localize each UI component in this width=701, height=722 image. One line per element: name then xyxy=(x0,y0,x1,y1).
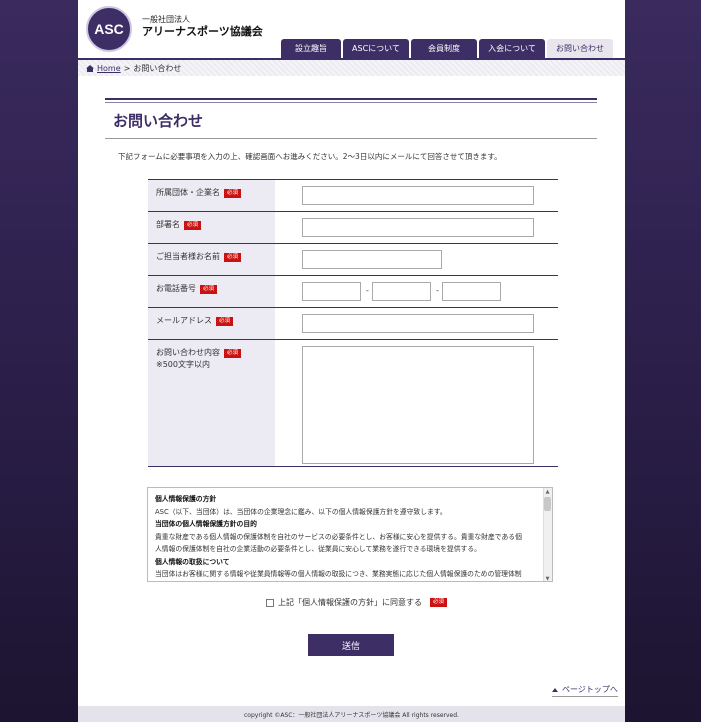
page-title: お問い合わせ xyxy=(113,112,204,130)
privacy-line: 個人情報の取扱について xyxy=(155,557,230,566)
intro-text: 下記フォームに必要事項を入力の上、確認画面へお進みください。2〜3日以内にメール… xyxy=(118,152,502,161)
breadcrumb: Home > お問い合わせ xyxy=(78,58,625,76)
label-message: お問い合わせ内容 必須 ※500文字以内 xyxy=(148,340,275,466)
scroll-up-icon[interactable]: ▲ xyxy=(543,488,552,496)
required-badge: 必須 xyxy=(430,598,448,607)
contact-form: 所属団体・企業名 必須 部署名 必須 ご担当者様お名前 必須 お電話番号 必須 - - … xyxy=(148,179,558,467)
form-row-company: 所属団体・企業名 必須 xyxy=(148,179,558,211)
privacy-line: 人情報の保護体制を自社の企業活動の必要条件とし、従業員に安心して業務を遂行できる… xyxy=(155,545,481,553)
form-row-department: 部署名 必須 xyxy=(148,211,558,243)
message-note: ※500文字以内 xyxy=(156,360,210,369)
breadcrumb-home-link[interactable]: Home xyxy=(97,64,121,73)
logo[interactable]: ASC xyxy=(86,6,132,52)
org-name-block: 一般社団法人 アリーナスポーツ協議会 xyxy=(142,14,263,39)
privacy-line: 当団体の個人情報保護方針の目的 xyxy=(155,520,257,528)
required-badge: 必須 xyxy=(216,317,234,326)
required-badge: 必須 xyxy=(184,221,202,230)
name-input[interactable] xyxy=(302,250,442,269)
form-row-phone: お電話番号 必須 - - xyxy=(148,275,558,307)
nav-item-contact[interactable]: お問い合わせ xyxy=(547,39,613,58)
org-name: アリーナスポーツ協議会 xyxy=(142,25,263,38)
label-email: メールアドレス 必須 xyxy=(148,308,275,339)
required-badge: 必須 xyxy=(224,253,242,262)
scroll-down-icon[interactable]: ▼ xyxy=(543,575,552,581)
scroll-thumb[interactable] xyxy=(544,497,551,511)
agree-checkbox[interactable] xyxy=(266,598,274,607)
agree-label[interactable]: 上記「個人情報保護の方針」に同意する xyxy=(278,597,422,608)
label-name: ご担当者様お名前 必須 xyxy=(148,244,275,275)
label-phone: お電話番号 必須 xyxy=(148,276,275,307)
phone-separator-1: - xyxy=(366,286,369,295)
privacy-line: 貴重な財産である個人情報の保護体制を自社のサービスの必要条件とし、お客様に安心を… xyxy=(155,532,522,541)
privacy-line: 当団体はお客様に関する情報や従業員情報等の個人情報の取扱につき、業務実態に応じた… xyxy=(155,570,522,578)
nav-item-purpose[interactable]: 設立趣旨 xyxy=(281,39,341,58)
nav-item-membership[interactable]: 会員制度 xyxy=(411,39,477,58)
title-rule-sub xyxy=(105,102,597,103)
org-prefix: 一般社団法人 xyxy=(142,15,190,24)
privacy-line: ASC（以下、当団体）は、当団体の企業理念に鑑み、以下の個人情報保護方針を遵守致… xyxy=(155,507,447,516)
breadcrumb-current: お問い合わせ xyxy=(133,63,182,73)
nav-item-join[interactable]: 入会について xyxy=(479,39,545,58)
form-row-message: お問い合わせ内容 必須 ※500文字以内 xyxy=(148,339,558,467)
phone-input-2[interactable] xyxy=(372,282,431,301)
email-input[interactable] xyxy=(302,314,534,333)
title-rule-top xyxy=(105,98,597,100)
agree-row: 上記「個人情報保護の方針」に同意する 必須 xyxy=(266,597,448,608)
required-badge: 必須 xyxy=(224,349,242,358)
copyright-text: copyright ©ASC：一般社団法人アリーナスポーツ協議会 All rig… xyxy=(244,711,459,719)
phone-input-1[interactable] xyxy=(302,282,361,301)
privacy-policy-text: 個人情報保護の方針 ASC（以下、当団体）は、当団体の企業理念に鑑み、以下の個人情… xyxy=(148,488,552,582)
page-top-link[interactable]: ページトップへ xyxy=(552,684,618,697)
company-input[interactable] xyxy=(302,186,534,205)
privacy-policy-box[interactable]: 個人情報保護の方針 ASC（以下、当団体）は、当団体の企業理念に鑑み、以下の個人情… xyxy=(147,487,553,582)
nav-item-about[interactable]: ASCについて xyxy=(343,39,409,58)
label-department: 部署名 必須 xyxy=(148,212,275,243)
phone-separator-2: - xyxy=(436,286,439,295)
title-rule-bottom xyxy=(105,138,597,139)
phone-input-3[interactable] xyxy=(442,282,501,301)
privacy-line: を確立するとともに、社内規定に従い適切かつ慎重に取り扱います。 xyxy=(155,581,538,582)
form-row-name: ご担当者様お名前 必須 xyxy=(148,243,558,275)
breadcrumb-separator: > xyxy=(123,63,131,73)
privacy-scrollbar[interactable]: ▲ ▼ xyxy=(543,488,552,581)
global-nav: 設立趣旨 ASCについて 会員制度 入会について お問い合わせ xyxy=(281,39,615,58)
submit-button[interactable]: 送信 xyxy=(308,634,394,656)
label-company: 所属団体・企業名 必須 xyxy=(148,180,275,211)
footer: copyright ©ASC：一般社団法人アリーナスポーツ協議会 All rig… xyxy=(78,706,625,722)
arrow-up-icon xyxy=(552,687,558,692)
form-row-email: メールアドレス 必須 xyxy=(148,307,558,339)
header: ASC 一般社団法人 アリーナスポーツ協議会 設立趣旨 ASCについて 会員制度… xyxy=(78,0,625,58)
required-badge: 必須 xyxy=(200,285,218,294)
privacy-line: 個人情報保護の方針 xyxy=(155,495,217,503)
home-icon xyxy=(86,64,94,72)
department-input[interactable] xyxy=(302,218,534,237)
required-badge: 必須 xyxy=(224,189,242,198)
message-textarea[interactable] xyxy=(302,346,534,464)
